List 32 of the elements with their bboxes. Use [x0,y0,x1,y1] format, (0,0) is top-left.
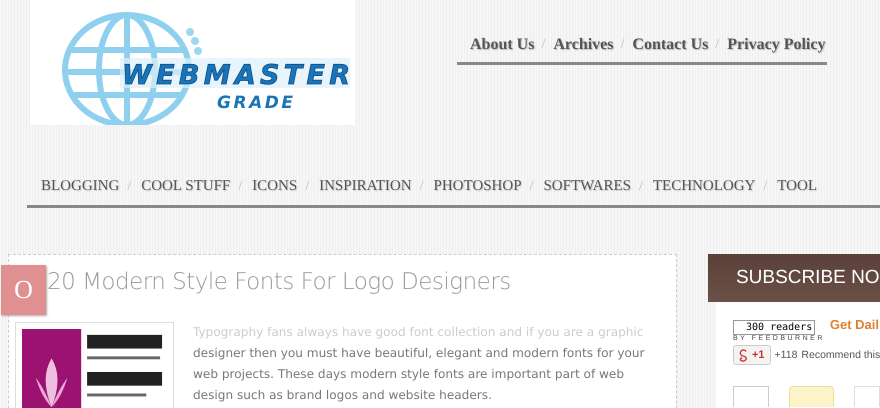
separator: / [620,37,624,53]
category-link[interactable]: TOOL [777,178,818,194]
nav-link[interactable]: Archives [553,36,614,54]
category-link[interactable]: SOFTWARES [543,178,631,194]
separator: / [305,179,310,194]
separator: / [541,37,546,53]
category-link[interactable]: BLOGGING [41,178,120,194]
webmaster-logo[interactable]: WEBMASTER GRADE [30,0,355,125]
nav-link[interactable]: Privacy Policy [727,36,826,54]
share-button[interactable] [854,386,880,407]
category-link[interactable]: INSPIRATION [319,178,412,194]
plus-one-button[interactable]: +1 [733,345,771,365]
separator: / [763,179,768,194]
category-link[interactable]: TECHNOLOGY [652,178,756,194]
recommend-text: Recommend this [801,349,880,361]
separator: / [530,179,534,194]
separator: / [639,179,643,194]
plus-count: +118 [774,349,798,361]
like-box[interactable] [733,386,770,407]
separator: / [420,179,424,194]
share-button[interactable] [789,386,834,407]
separator: / [715,37,720,53]
category-link[interactable]: PHOTOSHOP [433,178,522,194]
nav-link[interactable]: Contact Us [632,36,708,54]
sidebar-heading: SUBSCRIBE NO [708,254,880,302]
post-thumbnail[interactable] [15,322,174,408]
category-link[interactable]: ICONS [252,178,298,194]
reader-count-badge[interactable]: 300 readers [733,320,816,335]
category-link[interactable]: COOL STUFF [141,178,230,194]
separator: / [238,179,242,194]
separator: / [127,179,132,194]
nav-link[interactable]: About Us [470,36,534,54]
